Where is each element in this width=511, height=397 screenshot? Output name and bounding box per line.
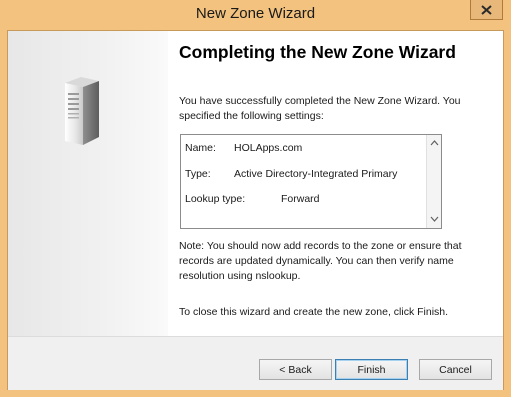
window-title: New Zone Wizard: [195, 5, 316, 22]
back-button[interactable]: < Back: [259, 359, 332, 380]
settings-label: Name:: [185, 142, 216, 154]
finish-button[interactable]: Finish: [335, 359, 408, 380]
page-heading: Completing the New Zone Wizard: [179, 42, 456, 62]
settings-summary-box[interactable]: Name: HOLApps.com Type: Active Directory…: [180, 134, 442, 229]
settings-label: Type:: [185, 168, 211, 180]
wizard-side-panel: [8, 31, 168, 336]
intro-text: You have successfully completed the New …: [179, 95, 461, 122]
title-bar[interactable]: New Zone Wizard: [0, 0, 511, 30]
button-bar: < Back Finish Cancel: [8, 336, 503, 390]
settings-value: Active Directory-Integrated Primary: [234, 168, 398, 180]
settings-value: Forward: [281, 193, 320, 205]
note-text: Note: You should now add records to the …: [179, 240, 462, 282]
settings-scrollbar[interactable]: [426, 135, 441, 228]
scroll-down-button[interactable]: [429, 214, 439, 224]
server-icon: [65, 77, 99, 145]
settings-row-type: Type: Active Directory-Integrated Primar…: [185, 168, 397, 180]
scroll-down-icon: [430, 216, 438, 222]
settings-row-lookup-type: Lookup type: Forward: [185, 193, 320, 205]
wizard-window: New Zone Wizard Completing the New Zone …: [0, 0, 511, 397]
scroll-up-button[interactable]: [429, 138, 439, 148]
wizard-client-area: Completing the New Zone Wizard You have …: [7, 30, 504, 390]
close-button[interactable]: [470, 0, 503, 20]
cancel-button[interactable]: Cancel: [419, 359, 492, 380]
finish-hint-text: To close this wizard and create the new …: [179, 306, 449, 318]
settings-row-name: Name: HOLApps.com: [185, 142, 302, 154]
settings-value: HOLApps.com: [234, 142, 303, 154]
scroll-up-icon: [430, 140, 438, 146]
close-icon: [481, 4, 492, 15]
settings-label: Lookup type:: [185, 193, 246, 205]
